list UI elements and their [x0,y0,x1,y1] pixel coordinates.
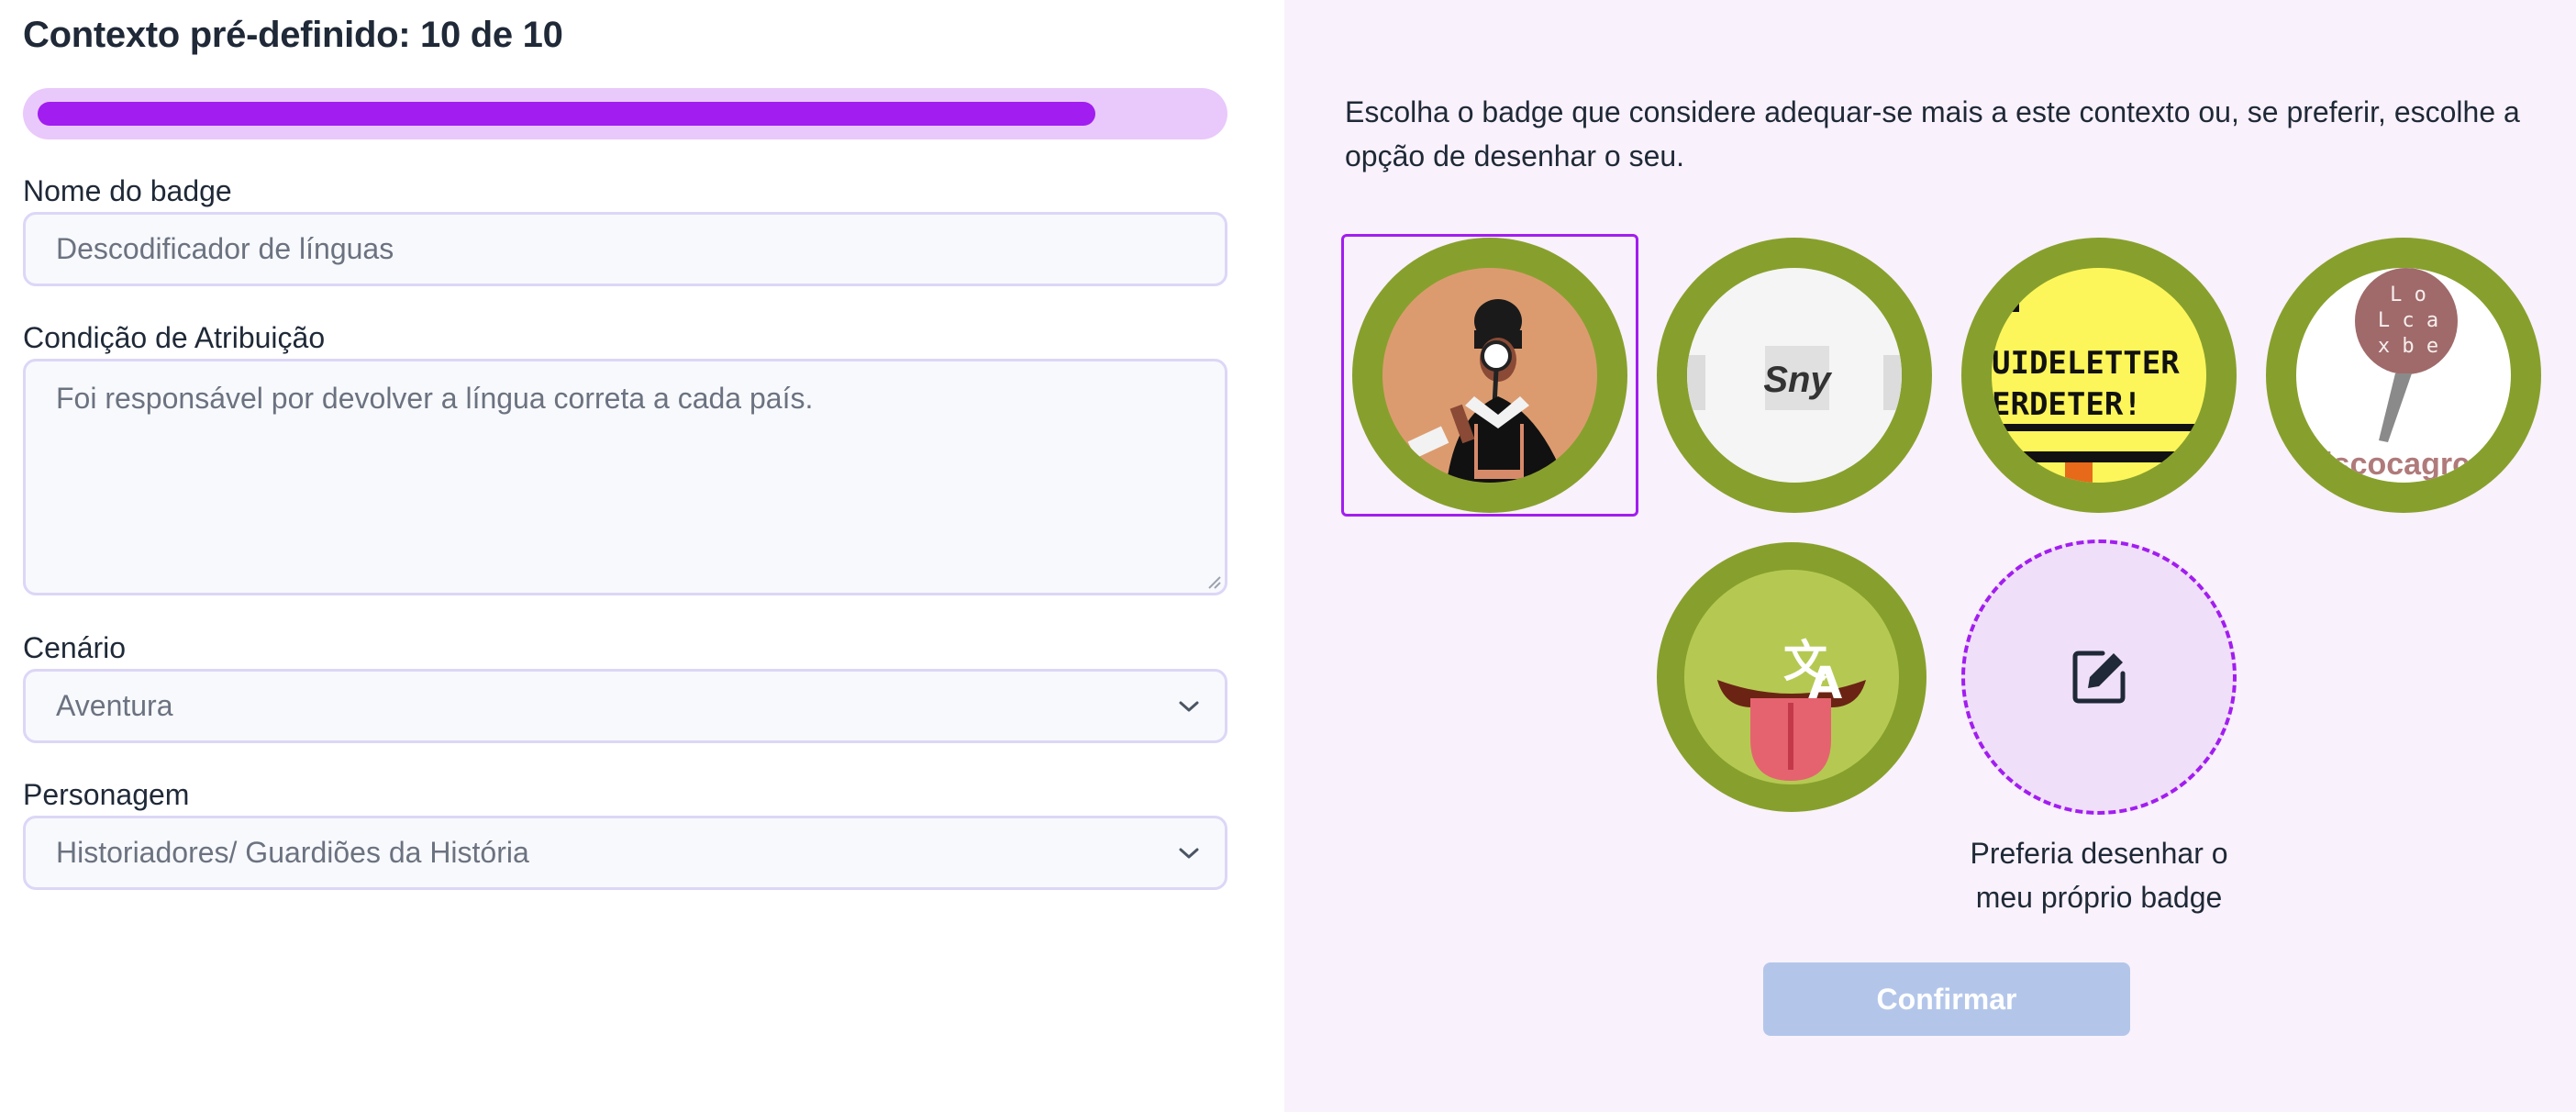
badge-name-placeholder: Descodificador de línguas [56,232,394,265]
svg-text:A: A [1808,658,1842,709]
badge-name-label: Nome do badge [23,174,232,207]
pin-caption-text: iscocagrco [2324,447,2489,482]
resize-handle-icon[interactable] [1205,573,1222,590]
badge-option-5[interactable]: 文 A [1657,542,1926,812]
draw-caption-line-1: Preferia desenhar o [1970,837,2228,870]
tongue-translate-icon: 文 A [1684,570,1899,784]
draw-own-badge-button[interactable] [1961,539,2237,815]
draw-own-badge-caption: Preferia desenhar o meu próprio badge [1915,831,2282,919]
scenario-value: Aventura [56,689,173,722]
progress-fill [38,102,1095,126]
pin-letters-1: L o [2390,284,2426,306]
pixel-text-line-2: ERDETER! [1992,386,2142,423]
detective-figure-icon [1382,268,1597,483]
scenario-select[interactable]: Aventura [23,669,1227,743]
badge-option-1[interactable] [1352,238,1627,513]
confirm-button[interactable]: Confirmar [1763,962,2130,1036]
condition-label: Condição de Atribuição [23,321,326,354]
pin-letters-3: x b e [2378,335,2438,358]
page-title: Contexto pré-definido: 10 de 10 [23,15,563,55]
edit-pencil-icon [2072,651,2126,704]
scenario-label: Cenário [23,631,127,664]
condition-textarea[interactable]: Foi responsável por devolver a língua co… [23,359,1227,595]
badge-gallery-panel: Escolha o badge que considere adequar-se… [1284,0,2576,1112]
chevron-down-icon [1179,701,1199,711]
badge-option-4[interactable]: L o L c a x b e iscocagrco [2266,238,2541,513]
character-value: Historiadores/ Guardiões da História [56,836,529,869]
draw-caption-line-2: meu próprio badge [1975,881,2223,914]
instructions-text: Escolha o badge que considere adequar-se… [1345,95,2520,172]
progress-bar [23,88,1227,139]
character-select[interactable]: Historiadores/ Guardiões da História [23,816,1227,890]
letter-pin-icon: L o L c a x b e iscocagrco [2296,268,2511,483]
pin-letters-2: L c a [2378,309,2438,332]
sny-text: Sny [1763,360,1832,400]
badge-form-panel: Contexto pré-definido: 10 de 10 Nome do … [0,0,1284,1112]
badge-name-input[interactable]: Descodificador de línguas [23,212,1227,286]
condition-placeholder: Foi responsável por devolver a língua co… [56,382,814,415]
pixel-text-icon: UIDELETTER ERDETER! [1992,268,2206,483]
pixel-text-line-1: UIDELETTER [1992,345,2180,382]
badge-option-3[interactable]: UIDELETTER ERDETER! [1961,238,2237,513]
character-label: Personagem [23,778,190,811]
chevron-down-icon [1179,848,1199,858]
sny-text-strip-icon: Sny [1687,268,1902,483]
badge-option-2[interactable]: Sny [1657,238,1932,513]
